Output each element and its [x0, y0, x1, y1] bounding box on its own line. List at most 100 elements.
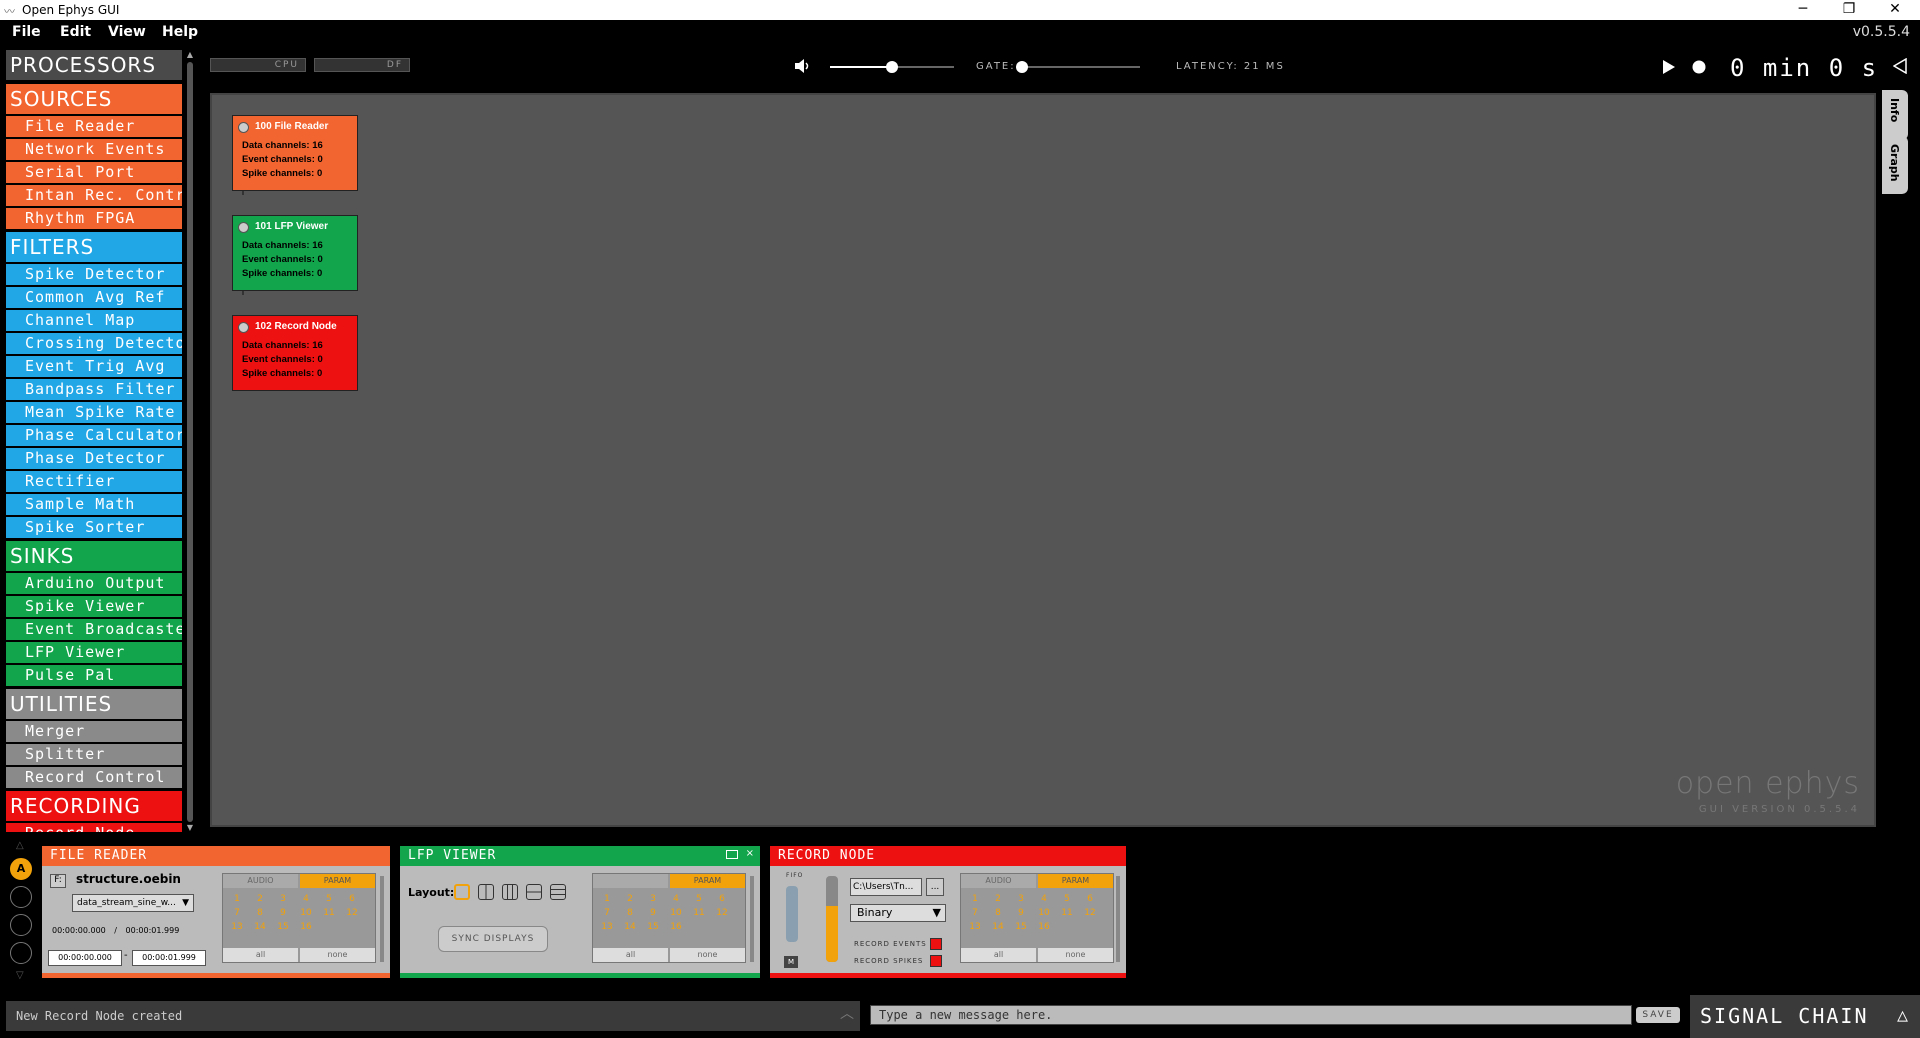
- channel-button[interactable]: 2: [990, 894, 1006, 904]
- processor-item[interactable]: Event Broadcaster: [6, 619, 182, 640]
- channel-button[interactable]: 8: [252, 908, 268, 918]
- channel-button[interactable]: 7: [229, 908, 245, 918]
- graph-node-file-reader[interactable]: 100 File Reader Data channels: 16 Event …: [232, 115, 358, 191]
- close-icon[interactable]: ×: [746, 848, 754, 859]
- channel-button[interactable]: 16: [298, 922, 314, 932]
- processor-item[interactable]: Event Trig Avg: [6, 356, 182, 377]
- browse-path-button[interactable]: ...: [926, 878, 944, 896]
- processor-item[interactable]: Crossing Detector: [6, 333, 182, 354]
- processor-item[interactable]: Serial Port: [6, 162, 182, 183]
- channel-button[interactable]: 9: [645, 908, 661, 918]
- channel-button[interactable]: 1: [229, 894, 245, 904]
- record-spikes-checkbox[interactable]: [930, 955, 942, 967]
- channel-button[interactable]: 14: [622, 922, 638, 932]
- channel-button[interactable]: 3: [645, 894, 661, 904]
- menu-help[interactable]: Help: [162, 24, 198, 40]
- channel-button[interactable]: 9: [1013, 908, 1029, 918]
- tab-graph[interactable]: Graph: [1882, 136, 1908, 194]
- channel-button[interactable]: 13: [967, 922, 983, 932]
- channel-button[interactable]: 5: [321, 894, 337, 904]
- select-all-button[interactable]: all: [223, 948, 298, 962]
- channel-button[interactable]: 2: [622, 894, 638, 904]
- channel-button[interactable]: 15: [1013, 922, 1029, 932]
- editor-scroll-up-icon[interactable]: △: [16, 840, 24, 851]
- channel-button[interactable]: 16: [668, 922, 684, 932]
- processor-item[interactable]: Mean Spike Rate: [6, 402, 182, 423]
- stream-select[interactable]: data_stream_sine_w... ▼: [72, 894, 194, 912]
- select-all-button[interactable]: all: [961, 948, 1036, 962]
- editor-nav-button[interactable]: [10, 914, 32, 936]
- channel-button[interactable]: 4: [298, 894, 314, 904]
- save-message-button[interactable]: SAVE: [1636, 1007, 1680, 1023]
- processors-header[interactable]: PROCESSORS: [6, 50, 182, 80]
- channel-button[interactable]: 8: [990, 908, 1006, 918]
- scroll-up-icon[interactable]: ▲: [185, 50, 195, 59]
- channel-button[interactable]: 10: [668, 908, 684, 918]
- editor-nav-button-a[interactable]: A: [10, 858, 32, 880]
- channel-button[interactable]: 12: [1082, 908, 1098, 918]
- editor-scrollbar[interactable]: [750, 876, 754, 962]
- editor-scrollbar[interactable]: [1116, 876, 1120, 962]
- processor-list-scrollbar[interactable]: ▲ ▼: [185, 50, 195, 832]
- range-start-field[interactable]: 00:00:00.000: [48, 950, 122, 966]
- processor-item[interactable]: File Reader: [6, 116, 182, 137]
- processor-item[interactable]: Merger: [6, 721, 182, 742]
- tab-param[interactable]: PARAM: [670, 874, 745, 888]
- channel-button[interactable]: 11: [691, 908, 707, 918]
- menu-view[interactable]: View: [108, 24, 146, 40]
- channel-button[interactable]: 5: [691, 894, 707, 904]
- scroll-down-icon[interactable]: ▼: [185, 823, 195, 832]
- monitor-button[interactable]: M: [784, 956, 798, 968]
- select-none-button[interactable]: none: [670, 948, 745, 962]
- graph-node-lfp-viewer[interactable]: 101 LFP Viewer Data channels: 16 Event c…: [232, 215, 358, 291]
- processor-item[interactable]: Splitter: [6, 744, 182, 765]
- chevron-up-icon[interactable]: ︿: [840, 1003, 854, 1023]
- processor-item[interactable]: Rectifier: [6, 471, 182, 492]
- file-browse-button[interactable]: F:: [50, 874, 66, 888]
- window-icon[interactable]: [726, 850, 738, 859]
- category-sources[interactable]: SOURCES: [6, 84, 182, 114]
- processor-item[interactable]: Channel Map: [6, 310, 182, 331]
- processor-item[interactable]: Arduino Output: [6, 573, 182, 594]
- channel-button[interactable]: 5: [1059, 894, 1075, 904]
- channel-button[interactable]: 3: [275, 894, 291, 904]
- editor-nav-button[interactable]: [10, 886, 32, 908]
- channel-button[interactable]: 14: [252, 922, 268, 932]
- channel-button[interactable]: 13: [599, 922, 615, 932]
- processor-item[interactable]: Rhythm FPGA: [6, 208, 182, 229]
- range-end-field[interactable]: 00:00:01.999: [132, 950, 206, 966]
- editor-scrollbar[interactable]: [380, 876, 384, 962]
- channel-button[interactable]: 12: [714, 908, 730, 918]
- channel-button[interactable]: 11: [1059, 908, 1075, 918]
- scrollbar-thumb[interactable]: [187, 62, 193, 822]
- channel-button[interactable]: 16: [1036, 922, 1052, 932]
- channel-button[interactable]: 10: [1036, 908, 1052, 918]
- tab-param[interactable]: PARAM: [300, 874, 375, 888]
- minimize-button[interactable]: ─: [1780, 0, 1826, 20]
- play-icon[interactable]: [1662, 60, 1676, 74]
- channel-button[interactable]: 10: [298, 908, 314, 918]
- processor-item[interactable]: LFP Viewer: [6, 642, 182, 663]
- editor-nav-button[interactable]: [10, 942, 32, 964]
- processor-item[interactable]: Intan Rec. Controller: [6, 185, 182, 206]
- volume-slider[interactable]: [830, 60, 954, 74]
- channel-button[interactable]: 15: [645, 922, 661, 932]
- processor-item[interactable]: Spike Sorter: [6, 517, 182, 538]
- sync-displays-button[interactable]: SYNC DISPLAYS: [438, 926, 548, 952]
- select-none-button[interactable]: none: [300, 948, 375, 962]
- tab-audio[interactable]: AUDIO: [223, 874, 298, 888]
- speaker-icon[interactable]: [794, 58, 812, 74]
- layout-three-columns-icon[interactable]: [502, 884, 518, 900]
- triangle-left-icon[interactable]: [1893, 58, 1907, 74]
- layout-single-icon[interactable]: [454, 884, 470, 900]
- message-input[interactable]: Type a new message here.: [870, 1005, 1632, 1025]
- record-path-field[interactable]: C:\Users\Tn...: [850, 878, 922, 896]
- channel-button[interactable]: 2: [252, 894, 268, 904]
- processor-item[interactable]: Phase Calculator: [6, 425, 182, 446]
- channel-button[interactable]: 15: [275, 922, 291, 932]
- menu-edit[interactable]: Edit: [60, 24, 91, 40]
- layout-two-columns-icon[interactable]: [478, 884, 494, 900]
- channel-button[interactable]: 7: [599, 908, 615, 918]
- tab-param[interactable]: PARAM: [1038, 874, 1113, 888]
- processor-item[interactable]: Record Control: [6, 767, 182, 788]
